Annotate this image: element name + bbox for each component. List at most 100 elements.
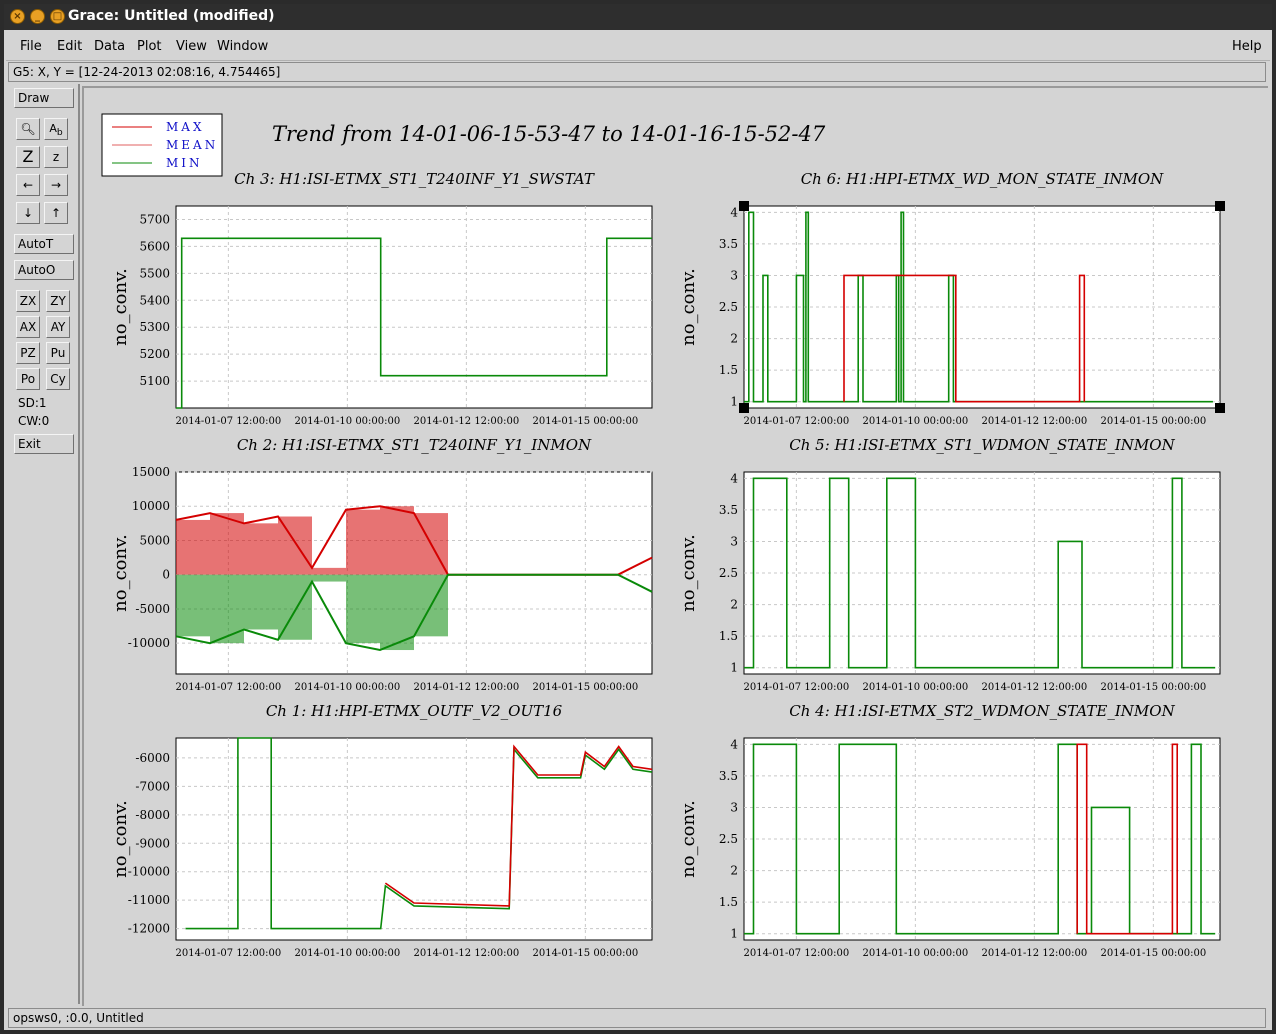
po-button[interactable]: Po <box>16 368 40 390</box>
x-tick-label: 2014-01-15 00:00:00 <box>1100 682 1206 693</box>
y-tick-label: -6000 <box>135 751 170 765</box>
cy-button[interactable]: Cy <box>46 368 70 390</box>
x-tick-label: 2014-01-12 12:00:00 <box>981 682 1087 693</box>
locator-bar: G5: X, Y = [12-24-2013 02:08:16, 4.75446… <box>8 62 1266 82</box>
pan-left-button[interactable]: ← <box>16 174 40 196</box>
y-tick-label: 3.5 <box>719 237 738 251</box>
chart-title: Ch 3: H1:ISI-ETMX_ST1_T240INF_Y1_SWSTAT <box>234 170 595 188</box>
y-tick-label: 5600 <box>139 239 170 253</box>
y-tick-label: 5500 <box>139 266 170 280</box>
minimize-icon[interactable]: _ <box>30 9 45 24</box>
pu-button[interactable]: Pu <box>46 342 70 364</box>
selection-handle <box>1215 403 1225 413</box>
text-label-icon: Ab <box>49 122 63 139</box>
y-tick-label: 3.5 <box>719 503 738 517</box>
y-tick-label: 3 <box>730 534 738 548</box>
pz-button[interactable]: PZ <box>16 342 40 364</box>
series-band-max <box>210 513 244 575</box>
y-tick-label: 3 <box>730 268 738 282</box>
y-tick-label: 5300 <box>139 320 170 334</box>
locator-text: G5: X, Y = [12-24-2013 02:08:16, 4.75446… <box>13 65 281 79</box>
chart-title: Ch 4: H1:ISI-ETMX_ST2_WDMON_STATE_INMON <box>789 702 1175 720</box>
page-title: Trend from 14-01-06-15-53-47 to 14-01-16… <box>272 122 826 146</box>
y-tick-label: 5400 <box>139 293 170 307</box>
x-tick-label: 2014-01-07 12:00:00 <box>743 416 849 427</box>
maximize-icon[interactable]: □ <box>50 9 65 24</box>
y-tick-label: 15000 <box>132 465 170 479</box>
zoom-out-button[interactable]: z <box>44 146 68 168</box>
x-tick-label: 2014-01-07 12:00:00 <box>743 948 849 959</box>
chart-title: Ch 5: H1:ISI-ETMX_ST1_WDMON_STATE_INMON <box>789 436 1175 454</box>
plot-canvas[interactable]: MAX MEAN MIN Trend from 14-01-06-15-53-4… <box>82 86 1268 1006</box>
autot-button[interactable]: AutoT <box>14 234 74 254</box>
y-tick-label: 4 <box>730 471 738 485</box>
series-band-max <box>414 513 448 575</box>
y-tick-label: 2.5 <box>719 832 738 846</box>
y-tick-label: 1 <box>730 395 738 409</box>
pan-up-icon: ↑ <box>50 206 62 220</box>
ay-button[interactable]: AY <box>46 316 70 338</box>
x-tick-label: 2014-01-07 12:00:00 <box>175 416 281 427</box>
legend-label-min: MIN <box>166 156 203 170</box>
x-tick-label: 2014-01-10 00:00:00 <box>862 682 968 693</box>
y-tick-label: -5000 <box>135 602 170 616</box>
pan-right-button[interactable]: → <box>44 174 68 196</box>
legend-label-max: MAX <box>166 120 205 134</box>
zoom-button[interactable]: 🔍︎ <box>16 118 40 140</box>
zoom-in-icon: Z <box>22 147 34 166</box>
text-label-button[interactable]: Ab <box>44 118 68 140</box>
draw-button[interactable]: Draw <box>14 88 74 108</box>
x-tick-label: 2014-01-10 00:00:00 <box>862 416 968 427</box>
pan-up-button[interactable]: ↑ <box>44 202 68 224</box>
app-window: × _ □ Grace: Untitled (modified) File Ed… <box>0 0 1276 1034</box>
x-tick-label: 2014-01-12 12:00:00 <box>413 416 519 427</box>
y-axis-label: no_conv. <box>110 800 131 878</box>
menu-plot[interactable]: Plot <box>137 39 162 54</box>
series-band-max <box>278 516 312 575</box>
menu-view[interactable]: View <box>176 39 207 54</box>
plot-frame <box>175 205 653 409</box>
x-tick-label: 2014-01-10 00:00:00 <box>862 948 968 959</box>
selection-handle <box>1215 201 1225 211</box>
x-tick-label: 2014-01-12 12:00:00 <box>413 682 519 693</box>
series-band-max <box>346 509 380 575</box>
pan-down-button[interactable]: ↓ <box>16 202 40 224</box>
y-tick-label: 10000 <box>132 499 170 513</box>
zy-button[interactable]: ZY <box>46 290 70 312</box>
x-tick-label: 2014-01-07 12:00:00 <box>175 948 281 959</box>
zoom-in-button[interactable]: Z <box>16 146 40 168</box>
y-tick-label: -11000 <box>128 893 170 907</box>
zoom-icon: 🔍︎ <box>20 122 36 136</box>
pan-left-icon: ← <box>22 178 34 192</box>
menu-edit[interactable]: Edit <box>57 39 82 54</box>
status-text: opsws0, :0.0, Untitled <box>13 1011 144 1025</box>
legend-label-mean: MEAN <box>166 138 218 152</box>
chart-title: Ch 6: H1:HPI-ETMX_WD_MON_STATE_INMON <box>801 170 1164 188</box>
zx-button[interactable]: ZX <box>16 290 40 312</box>
close-icon[interactable]: × <box>10 9 25 24</box>
x-tick-label: 2014-01-15 00:00:00 <box>1100 416 1206 427</box>
y-tick-label: 4 <box>730 205 738 219</box>
plot-svg: MAX MEAN MIN Trend from 14-01-06-15-53-4… <box>101 113 1225 959</box>
series-band-min <box>244 574 278 630</box>
y-tick-label: 2 <box>730 598 738 612</box>
menu-file[interactable]: File <box>20 39 42 54</box>
series-band-min <box>312 574 346 582</box>
series-band-min <box>278 574 312 640</box>
menu-help[interactable]: Help <box>1232 39 1262 54</box>
autoo-button[interactable]: AutoO <box>14 260 74 280</box>
exit-button[interactable]: Exit <box>14 434 74 454</box>
y-tick-label: 2.5 <box>719 300 738 314</box>
y-tick-label: 4 <box>730 737 738 751</box>
x-tick-label: 2014-01-15 00:00:00 <box>532 682 638 693</box>
y-tick-label: -10000 <box>128 865 170 879</box>
y-tick-label: -7000 <box>135 779 170 793</box>
menu-data[interactable]: Data <box>94 39 125 54</box>
menu-window[interactable]: Window <box>217 39 268 54</box>
series-band-max <box>244 523 278 575</box>
y-tick-label: 2 <box>730 332 738 346</box>
pan-right-icon: → <box>50 178 62 192</box>
y-tick-label: -8000 <box>135 808 170 822</box>
y-tick-label: 1.5 <box>719 629 738 643</box>
ax-button[interactable]: AX <box>16 316 40 338</box>
